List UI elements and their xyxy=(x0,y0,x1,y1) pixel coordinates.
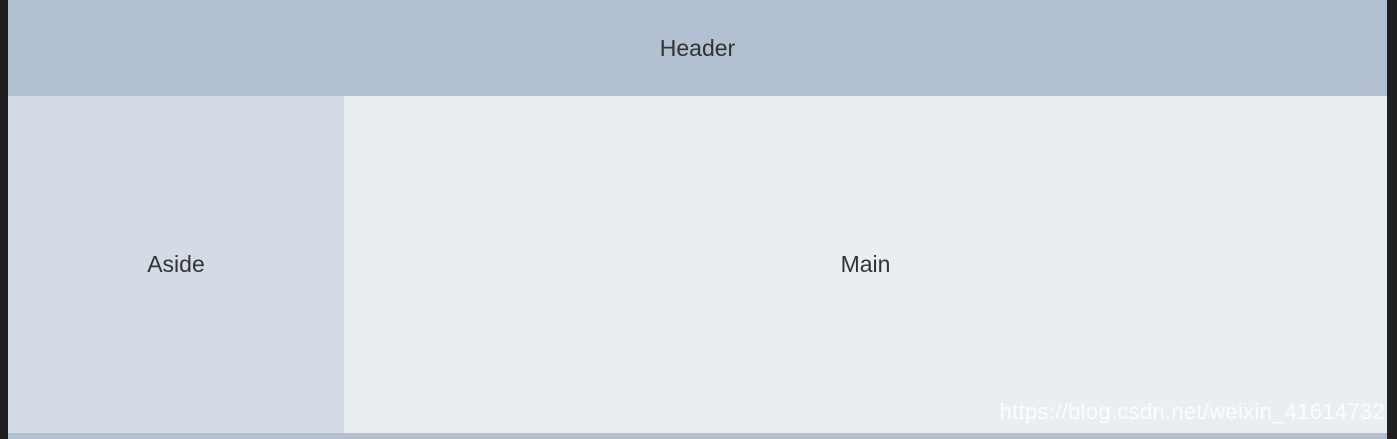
main-label: Main xyxy=(840,251,891,277)
header-label: Header xyxy=(659,34,736,61)
footer-strip xyxy=(8,433,1387,439)
main: Main https://blog.csdn.net/weixin_416147… xyxy=(344,96,1387,433)
aside: Aside xyxy=(8,96,344,433)
watermark: https://blog.csdn.net/weixin_41614732 xyxy=(999,399,1385,424)
header: Header xyxy=(8,0,1387,96)
content-row: Aside Main https://blog.csdn.net/weixin_… xyxy=(8,96,1387,433)
aside-label: Aside xyxy=(147,251,205,277)
layout-container: Header Aside Main https://blog.csdn.net/… xyxy=(8,0,1387,439)
